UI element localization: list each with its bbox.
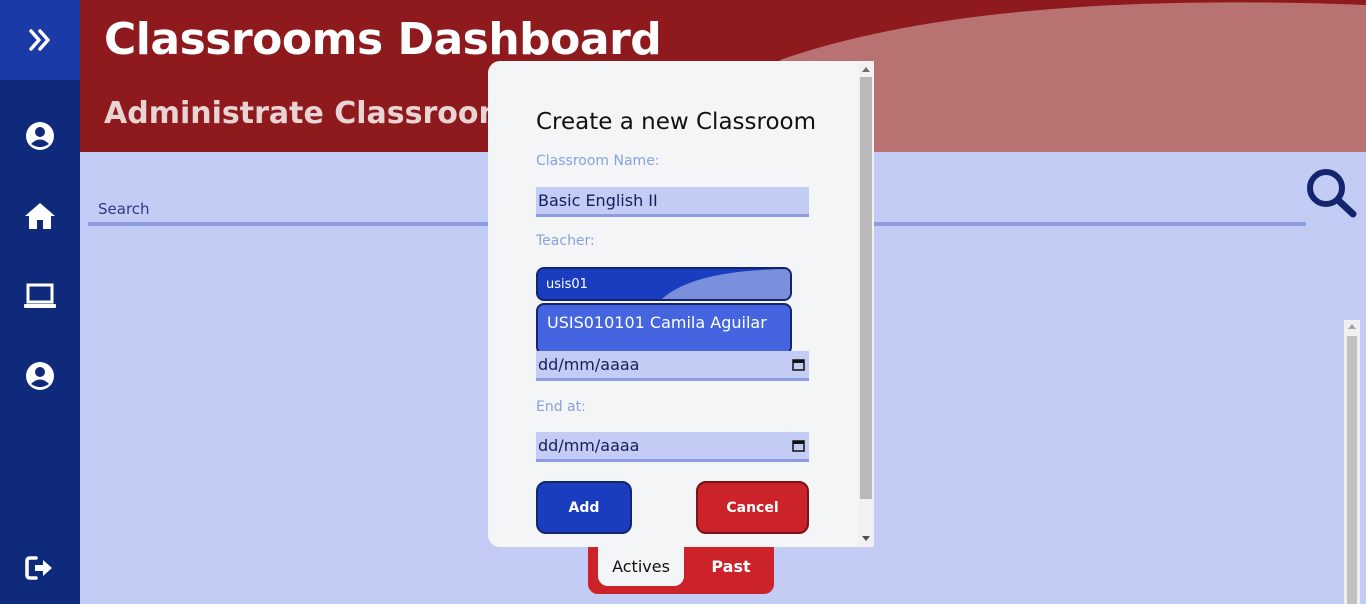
end-date-input[interactable]: dd/mm/aaaa [536,432,809,462]
sidebar-toggle-button[interactable] [0,0,80,80]
teacher-option[interactable]: USIS010101 Camila Aguilar [536,303,792,355]
scroll-up-arrow-icon[interactable] [862,67,870,72]
start-date-value: dd/mm/aaaa [538,355,640,374]
modal-scrollbar[interactable] [858,61,874,547]
scroll-down-arrow-icon[interactable] [862,536,870,541]
expand-icon [29,29,50,51]
user-circle-icon [26,362,54,390]
calendar-icon[interactable] [792,439,805,452]
home-icon [25,203,55,229]
classroom-name-input[interactable]: Basic English II [536,187,809,217]
calendar-icon[interactable] [792,358,805,371]
teacher-select[interactable]: usis01 [536,267,792,301]
page-title: Classrooms Dashboard [104,14,662,65]
end-at-label: End at: [536,399,586,415]
teacher-label: Teacher: [536,233,595,249]
user-circle-icon [26,122,54,150]
end-date-value: dd/mm/aaaa [538,436,640,455]
sidebar-item-classrooms[interactable] [20,276,60,316]
sidebar [0,0,80,604]
search-icon [1307,169,1357,218]
teacher-select-value: usis01 [546,277,588,292]
scrollbar-thumb[interactable] [860,77,872,499]
page-subtitle: Administrate Classrooms [104,96,528,131]
laptop-icon [24,283,56,308]
start-date-input[interactable]: dd/mm/aaaa [536,351,809,381]
sidebar-item-home[interactable] [20,196,60,236]
classroom-name-label: Classroom Name: [536,153,660,169]
sidebar-item-users[interactable] [20,356,60,396]
search-button[interactable] [1304,166,1358,218]
add-button[interactable]: Add [536,481,632,534]
sidebar-item-profile[interactable] [20,116,60,156]
cancel-button[interactable]: Cancel [696,481,809,534]
sign-out-icon [25,556,52,580]
scroll-up-arrow-icon[interactable] [1348,324,1356,329]
sidebar-item-logout[interactable] [20,548,60,588]
page-scrollbar[interactable] [1344,320,1360,604]
create-classroom-modal: Create a new Classroom Classroom Name: B… [488,61,874,547]
modal-title: Create a new Classroom [536,109,816,135]
scrollbar-thumb[interactable] [1347,336,1357,604]
